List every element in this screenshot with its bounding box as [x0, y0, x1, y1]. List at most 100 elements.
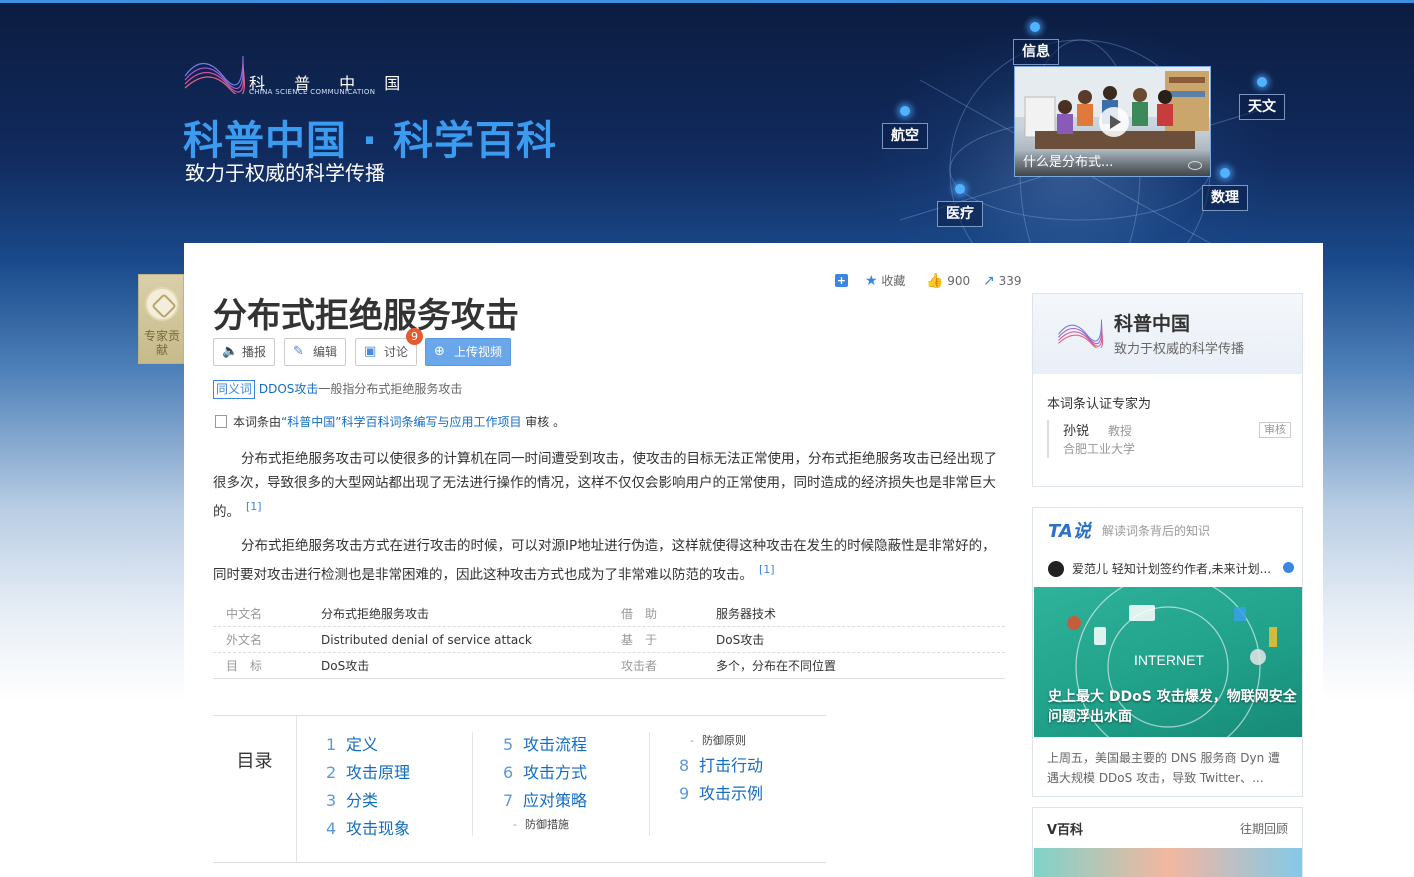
toc-item[interactable]: 8 打击行动: [679, 755, 763, 777]
toc-item[interactable]: 4 攻击现象: [326, 818, 410, 840]
toc-number: 9: [679, 784, 690, 803]
plus-icon: +: [835, 274, 848, 287]
toc-number: 4: [326, 819, 337, 838]
authority-header[interactable]: 科普中国 致力于权威的科学传播: [1033, 294, 1302, 374]
certified-expert-label: 本词条认证专家为: [1047, 397, 1152, 412]
toc-label: 攻击流程: [523, 735, 588, 754]
info-key: 中文名: [226, 607, 263, 621]
broadcast-button[interactable]: 🔈 播报: [213, 338, 276, 366]
ta-article-image[interactable]: INTERNET 史上最大 DDoS 攻击爆发，物联网安全问题浮出水面: [1034, 587, 1302, 737]
v-baike-panel: V百科 往期回顾: [1032, 807, 1303, 877]
toc-label: 攻击原理: [346, 763, 411, 782]
video-thumbnail[interactable]: 什么是分布式...: [1014, 66, 1211, 177]
info-value: Distributed denial of service attack: [321, 633, 532, 647]
toc-subitem[interactable]: 防御措施: [513, 816, 569, 832]
topic-info[interactable]: 信息: [1013, 39, 1059, 65]
toc-number: 1: [326, 735, 337, 754]
eye-icon: [1188, 161, 1202, 170]
toc-item[interactable]: 6 攻击方式: [503, 762, 587, 784]
toc-item[interactable]: 2 攻击原理: [326, 762, 410, 784]
favorite-label: 收藏: [881, 274, 906, 288]
info-row: 外文名 Distributed denial of service attack…: [213, 627, 1005, 653]
toc-label: 攻击现象: [346, 819, 411, 838]
share-icon: ↗: [983, 273, 995, 289]
toc-label: 定义: [346, 735, 379, 754]
toc-item[interactable]: 7 应对策略: [503, 790, 587, 812]
toc-item[interactable]: 3 分类: [326, 790, 378, 812]
topic-astronomy[interactable]: 天文: [1239, 94, 1285, 120]
video-caption: 什么是分布式...: [1015, 150, 1210, 176]
info-value: DoS攻击: [716, 633, 765, 647]
document-icon: [215, 415, 227, 428]
v-baike-image[interactable]: [1034, 848, 1302, 877]
topic-aviation[interactable]: 航空: [882, 123, 928, 149]
expert-contribution-badge[interactable]: 专家贡献: [138, 274, 184, 364]
toc-item[interactable]: 1 定义: [326, 734, 378, 756]
chat-icon: ▣: [364, 344, 377, 359]
ta-article-title: 史上最大 DDoS 攻击爆发，物联网安全问题浮出水面: [1048, 689, 1297, 725]
expert-card[interactable]: 孙锐 教授 合肥工业大学 审核: [1047, 420, 1291, 458]
info-key: 攻击者: [621, 659, 658, 673]
info-value: 分布式拒绝服务攻击: [321, 607, 430, 621]
synonym-link[interactable]: DDOS攻击: [259, 382, 319, 396]
toc-divider: [472, 732, 473, 836]
table-of-contents: 目录 1 定义 2 攻击原理 3 分类 4 攻击现象 5 攻击流程 6 攻击方式 7 应对策略…: [213, 715, 826, 863]
toc-divider: [649, 732, 650, 836]
org-name: 科普中国: [1114, 313, 1191, 335]
review-notice: 本词条由“科普中国”科学百科词条编写与应用工作项目 审核 。: [215, 414, 565, 430]
broadcast-label: 播报: [242, 345, 267, 359]
topic-medicine[interactable]: 医疗: [937, 201, 983, 227]
toc-item[interactable]: 5 攻击流程: [503, 734, 587, 756]
avatar: [1048, 561, 1064, 577]
synonym-line: 同义词 DDOS攻击一般指分布式拒绝服务攻击: [213, 380, 462, 399]
discuss-count-badge: 9: [406, 328, 423, 345]
toc-label: 应对策略: [523, 791, 588, 810]
expert-title: 教授: [1108, 424, 1133, 438]
v-baike-title: V百科: [1047, 823, 1084, 838]
upload-label: 上传视频: [454, 345, 503, 359]
iot-text: INTERNET: [1134, 652, 1204, 668]
edit-label: 编辑: [313, 345, 338, 359]
ta-article-summary: 上周五，美国最主要的 DNS 服务商 Dyn 遭遇大规模 DDoS 攻击，导致 …: [1047, 751, 1281, 785]
toc-item[interactable]: 9 攻击示例: [679, 783, 763, 805]
pencil-icon: ✎: [293, 344, 304, 359]
info-value: 服务器技术: [716, 607, 777, 621]
ta-says-logo: TA说: [1048, 521, 1091, 542]
share-button[interactable]: ↗ 339: [983, 272, 1021, 290]
expert-hat-icon: [145, 287, 179, 321]
review-project-link[interactable]: “科普中国”科学百科词条编写与应用工作项目: [281, 415, 521, 429]
edit-button[interactable]: ✎ 编辑: [284, 338, 347, 366]
toc-label: 分类: [346, 791, 379, 810]
like-count: 900: [947, 274, 971, 288]
past-review-link[interactable]: 往期回顾: [1240, 820, 1288, 837]
plus-circle-icon: ⊕: [434, 344, 445, 359]
favorite-button[interactable]: ★ 收藏: [865, 272, 905, 290]
upload-video-button[interactable]: ⊕ 上传视频: [425, 338, 512, 366]
ta-author[interactable]: 爱范儿 轻知计划签约作者,未来计划...: [1048, 560, 1298, 577]
topic-dot: [900, 106, 910, 116]
citation-link[interactable]: [1]: [759, 563, 775, 576]
topic-math-physics[interactable]: 数理: [1202, 185, 1248, 211]
toc-number: 5: [503, 735, 514, 754]
topic-dot: [1257, 77, 1267, 87]
toc-number: 7: [503, 791, 514, 810]
toc-number: 3: [326, 791, 337, 810]
ta-says-subtitle: 解读词条背后的知识: [1102, 524, 1211, 538]
like-button[interactable]: 👍 900: [926, 272, 970, 290]
toc-subitem[interactable]: 防御原则: [690, 732, 746, 748]
ta-author-text: 爱范儿 轻知计划签约作者,未来计划...: [1072, 562, 1272, 576]
play-icon[interactable]: [1099, 107, 1129, 137]
verified-icon: [1283, 562, 1294, 573]
discuss-label: 讨论: [384, 345, 409, 359]
info-row: 目 标 DoS攻击 攻击者 多个，分布在不同位置: [213, 653, 1005, 679]
logo-wave-icon: [184, 55, 245, 94]
summary-paragraph: 分布式拒绝服务攻击可以使很多的计算机在同一时间遭受到攻击，使攻击的目标无法正常使…: [213, 447, 1005, 524]
toc-number: 2: [326, 763, 337, 782]
toc-label: 打击行动: [699, 756, 764, 775]
info-key: 目 标: [226, 659, 263, 673]
paragraph-text: 分布式拒绝服务攻击方式在进行攻击的时候，可以对源IP地址进行伪造，这样就使得这种…: [213, 538, 996, 583]
citation-link[interactable]: [1]: [246, 500, 262, 513]
paragraph-text: 分布式拒绝服务攻击可以使很多的计算机在同一时间遭受到攻击，使攻击的目标无法正常使…: [213, 451, 997, 520]
info-key: 基 于: [621, 633, 658, 647]
entry-title: 分布式拒绝服务攻击: [213, 296, 519, 336]
